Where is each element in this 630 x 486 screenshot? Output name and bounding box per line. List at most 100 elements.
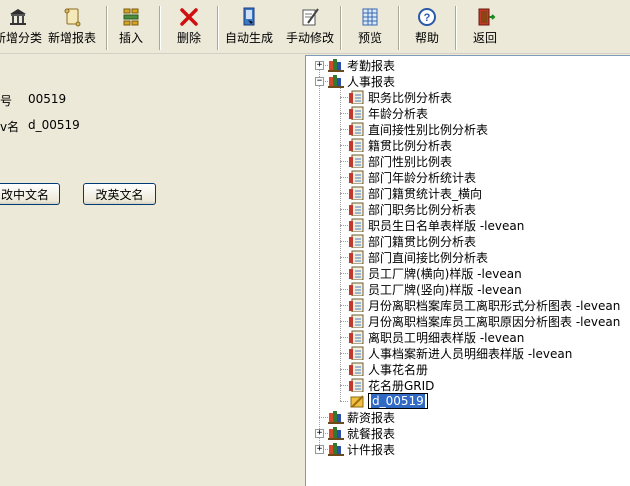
report-id-value: 00519 <box>28 92 67 106</box>
tree-item-label: 考勤报表 <box>347 58 396 73</box>
tree-line <box>340 88 341 401</box>
toolbar-separator <box>340 6 342 50</box>
edit-icon <box>302 8 319 26</box>
tree-item[interactable]: 部门年龄分析统计表 <box>349 169 476 185</box>
tree-item-label: 职务比例分析表 <box>368 90 453 105</box>
expand-toggle[interactable]: + <box>315 429 324 438</box>
report-id-label: 号 <box>0 94 13 108</box>
tree-item-label: 直间接性别比例分析表 <box>368 122 489 137</box>
help-button[interactable]: ? 帮助 <box>408 6 446 50</box>
tree-line <box>340 145 348 146</box>
tree-item-label: 人事报表 <box>347 74 396 89</box>
preview-button[interactable]: 预览 <box>351 6 389 50</box>
tree-line <box>340 305 348 306</box>
toolbar: 新增分类 新增报表 插入 删除 自动生成 手动修改 预览 ? 帮助 返回 <box>0 0 630 54</box>
tree-line <box>340 369 348 370</box>
tree-item-label: 部门籍贯统计表_横向 <box>368 186 483 201</box>
tree-item[interactable]: 直间接性别比例分析表 <box>349 121 488 137</box>
tree-item[interactable]: 年龄分析表 <box>349 105 428 121</box>
manual-edit-label: 手动修改 <box>285 31 334 45</box>
tree-item[interactable]: 部门籍贯比例分析表 <box>349 233 476 249</box>
tree-item[interactable]: 部门籍贯统计表_横向 <box>349 185 482 201</box>
tree-item[interactable]: 人事花名册 <box>349 361 428 377</box>
collapse-toggle[interactable]: − <box>315 77 324 86</box>
tree-item[interactable]: 员工厂牌(横向)样版 -levean <box>349 265 522 281</box>
tree-item[interactable]: 人事档案新进人员明细表样版 -levean <box>349 345 572 361</box>
tree-item-label: 部门性别比例表 <box>368 154 453 169</box>
tree-item-label: 职员生日名单表样版 -levean <box>368 218 525 233</box>
tree-line <box>340 209 348 210</box>
tree-item-label: 薪资报表 <box>347 410 396 425</box>
bank-icon <box>10 9 26 25</box>
expand-toggle[interactable]: + <box>315 445 324 454</box>
toolbar-separator <box>106 6 108 50</box>
red-x-icon <box>180 8 198 26</box>
tree-item-label: 部门年龄分析统计表 <box>368 170 477 185</box>
tree-item-label: 离职员工明细表样版 -levean <box>368 330 525 345</box>
tree-item-label: 部门籍贯比例分析表 <box>368 234 477 249</box>
tree-item-label: 就餐报表 <box>347 426 396 441</box>
report-properties-panel: 号 00519 v名 d_00519 改中文名 改英文名 <box>0 55 302 486</box>
scroll-icon <box>64 8 81 27</box>
tree-item[interactable]: 月份离职档案库员工离职形式分析图表 -levean <box>349 297 620 313</box>
tree-line <box>340 161 348 162</box>
tree-item[interactable]: 员工厂牌(竖向)样版 -levean <box>349 281 522 297</box>
tree-line <box>340 257 348 258</box>
add-category-label: 新增分类 <box>0 31 43 45</box>
delete-button[interactable]: 删除 <box>170 6 208 50</box>
tree-item-label: 花名册GRID <box>368 378 435 393</box>
tree-line <box>319 66 320 449</box>
tree-line <box>340 177 348 178</box>
tree-item[interactable]: 部门直间接比例分析表 <box>349 249 488 265</box>
tree-item-label: 员工厂牌(横向)样版 -levean <box>368 266 522 281</box>
insert-label: 插入 <box>118 31 143 45</box>
tree-category-hr[interactable]: 人事报表 <box>328 73 395 89</box>
tree-line <box>340 129 348 130</box>
tree-category-attendance[interactable]: 考勤报表 <box>328 57 395 73</box>
tree-item-label: 部门职务比例分析表 <box>368 202 477 217</box>
insert-button[interactable]: 插入 <box>112 6 150 50</box>
tree-line <box>340 273 348 274</box>
tree-item[interactable]: 籍贯比例分析表 <box>349 137 452 153</box>
manual-edit-button[interactable]: 手动修改 <box>284 6 336 50</box>
change-english-name-button[interactable]: 改英文名 <box>83 183 156 205</box>
help-label: 帮助 <box>414 31 439 45</box>
expand-toggle[interactable]: + <box>315 61 324 70</box>
tree-item-label: 年龄分析表 <box>368 106 429 121</box>
report-name-value: d_00519 <box>28 118 80 132</box>
tree-item-label: 月份离职档案库员工离职原因分析图表 -levean <box>368 314 621 329</box>
tree-item[interactable]: 职务比例分析表 <box>349 89 452 105</box>
tree-line <box>340 113 348 114</box>
tree-item[interactable]: 离职员工明细表样版 -levean <box>349 329 524 345</box>
tree-item[interactable]: 部门性别比例表 <box>349 153 452 169</box>
add-category-button[interactable]: 新增分类 <box>0 6 42 50</box>
tree-item[interactable]: 部门职务比例分析表 <box>349 201 476 217</box>
auto-generate-button[interactable]: 自动生成 <box>223 6 275 50</box>
report-tree[interactable]: 考勤报表 + 人事报表 − 职务比例分析表 年龄分析表 直间接性别比例分析表 籍贯比例分析表部… <box>305 55 630 486</box>
tree-line <box>340 225 348 226</box>
auto-generate-label: 自动生成 <box>224 31 273 45</box>
tree-item-label: 计件报表 <box>347 442 396 457</box>
tree-category-payroll[interactable]: 薪资报表 <box>328 409 395 425</box>
tree-line <box>340 337 348 338</box>
tree-item[interactable]: 月份离职档案库员工离职原因分析图表 -levean <box>349 313 620 329</box>
tree-item-rename-box[interactable]: d_00519 <box>368 393 428 409</box>
tree-item[interactable]: 花名册GRID <box>349 377 434 393</box>
tree-item[interactable]: 职员生日名单表样版 -levean <box>349 217 524 233</box>
change-chinese-name-button[interactable]: 改中文名 <box>0 183 60 205</box>
toolbar-separator <box>398 6 400 50</box>
delete-label: 删除 <box>176 31 201 45</box>
tree-line <box>340 385 348 386</box>
tree-item-label: d_00519 <box>371 394 425 408</box>
tree-category-piecework[interactable]: 计件报表 <box>328 441 395 457</box>
exit-door-icon <box>478 8 496 26</box>
add-report-button[interactable]: 新增报表 <box>46 6 98 50</box>
tree-item-label: 人事档案新进人员明细表样版 -levean <box>368 346 573 361</box>
tree-line <box>319 417 328 418</box>
tree-category-dining[interactable]: 就餐报表 <box>328 425 395 441</box>
tree-item-label: 部门直间接比例分析表 <box>368 250 489 265</box>
tree-line <box>340 401 348 402</box>
return-button[interactable]: 返回 <box>466 6 504 50</box>
tree-item-selected[interactable]: d_00519 <box>349 393 428 409</box>
return-label: 返回 <box>472 31 497 45</box>
